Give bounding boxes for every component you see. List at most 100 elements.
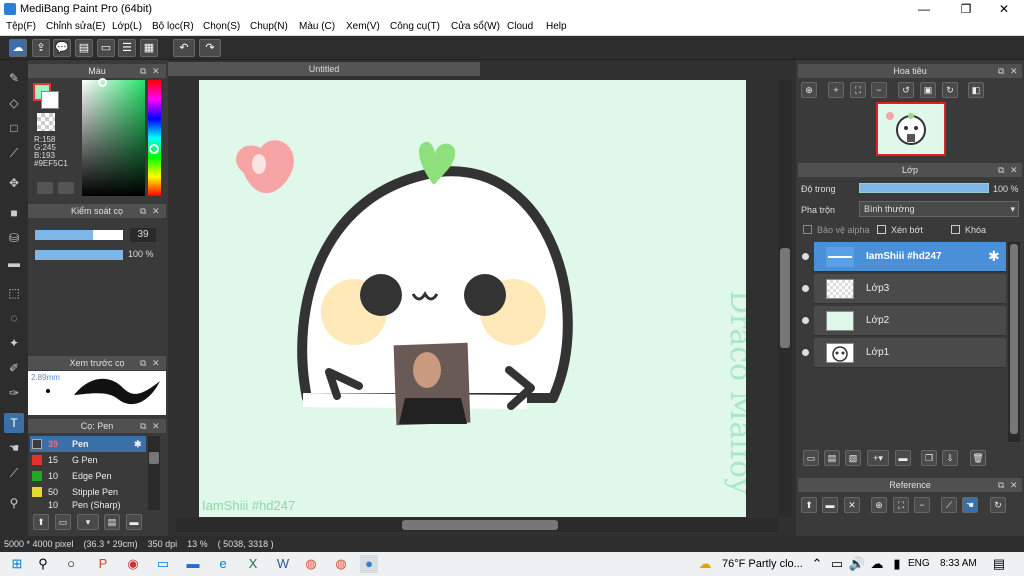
fit-window-icon[interactable]: ▣ bbox=[920, 82, 936, 98]
chrome-icon[interactable]: ◍ bbox=[302, 555, 320, 573]
flip-icon[interactable]: ◧ bbox=[968, 82, 984, 98]
new-layer-icon[interactable]: ▭ bbox=[803, 450, 819, 466]
color-options-icon[interactable] bbox=[58, 182, 74, 194]
protect-alpha-checkbox[interactable] bbox=[803, 225, 812, 234]
brush-item-pen-sharp[interactable]: 10 Pen (Sharp) bbox=[30, 500, 146, 510]
canvas-vertical-scrollbar[interactable] bbox=[778, 80, 792, 517]
eyedropper-tool-icon[interactable]: ⟋ bbox=[4, 463, 24, 483]
zoom-fit-icon[interactable]: ⊕ bbox=[801, 82, 817, 98]
panel-detach-icon[interactable]: ⧉ bbox=[998, 64, 1004, 78]
menu-filter[interactable]: Bộ lọc(R) bbox=[152, 21, 194, 32]
zoom-out-icon[interactable]: − bbox=[871, 82, 887, 98]
actual-size-icon[interactable]: ⛶ bbox=[850, 82, 866, 98]
layers-scrollbar[interactable] bbox=[1008, 242, 1020, 442]
rotate-icon[interactable]: ↻ bbox=[990, 497, 1006, 513]
hue-slider[interactable] bbox=[148, 80, 161, 196]
panel-detach-icon[interactable]: ⧉ bbox=[140, 419, 146, 433]
chrome-profile-icon[interactable]: ◍ bbox=[332, 555, 350, 573]
comment-icon[interactable]: 💬 bbox=[53, 39, 71, 57]
folder-icon[interactable]: ▬ bbox=[184, 555, 202, 573]
panel-close-icon[interactable]: ✕ bbox=[1010, 478, 1018, 492]
zoom-in-icon[interactable]: + bbox=[828, 82, 844, 98]
brush-item-gpen[interactable]: 15 G Pen bbox=[30, 452, 146, 468]
zoom-out-icon[interactable]: − bbox=[914, 497, 930, 513]
menu-edit[interactable]: Chỉnh sửa(E) bbox=[46, 21, 106, 32]
add-layer-menu-icon[interactable]: +▾ bbox=[867, 450, 889, 466]
app-icon[interactable]: ◉ bbox=[124, 555, 142, 573]
cloud-icon[interactable]: ☁ bbox=[9, 39, 27, 57]
eye-icon[interactable] bbox=[802, 285, 809, 292]
open-folder-icon[interactable]: ▬ bbox=[822, 497, 838, 513]
menu-color[interactable]: Màu (C) bbox=[299, 21, 335, 32]
monitor-icon[interactable]: ▭ bbox=[154, 555, 172, 573]
tray-up-icon[interactable]: ⌃ bbox=[808, 555, 826, 573]
folder-icon[interactable]: ▬ bbox=[895, 450, 911, 466]
gear-icon[interactable]: ✱ bbox=[134, 436, 142, 452]
close-icon[interactable]: ✕ bbox=[844, 497, 860, 513]
menu-help[interactable]: Help bbox=[546, 21, 567, 32]
redo-icon[interactable]: ↷ bbox=[199, 39, 221, 57]
rotate-right-icon[interactable]: ↻ bbox=[942, 82, 958, 98]
hand-tool-icon[interactable]: ☚ bbox=[4, 438, 24, 458]
brush-list-scrollbar[interactable] bbox=[148, 436, 160, 510]
menu-window[interactable]: Cửa sổ(W) bbox=[451, 21, 500, 32]
eye-icon[interactable] bbox=[802, 253, 809, 260]
eraser-tool-icon[interactable]: ◇ bbox=[4, 93, 24, 113]
fill-rect-tool-icon[interactable]: ■ bbox=[4, 203, 24, 223]
dropper-tool-icon[interactable]: ⚲ bbox=[4, 493, 24, 513]
select-pen-tool-icon[interactable]: ✐ bbox=[4, 358, 24, 378]
drawing-canvas[interactable]: Draco Malfoy IamShiii #hd247 bbox=[199, 80, 746, 517]
duplicate-layer-icon[interactable]: ❐ bbox=[921, 450, 937, 466]
upload-icon[interactable]: ⬆ bbox=[801, 497, 817, 513]
layer-opacity-slider[interactable] bbox=[859, 183, 989, 193]
panel-close-icon[interactable]: ✕ bbox=[152, 356, 160, 370]
panel-detach-icon[interactable]: ⧉ bbox=[998, 478, 1004, 492]
menu-file[interactable]: Tệp(F) bbox=[6, 21, 36, 32]
brush-opacity-slider[interactable] bbox=[35, 250, 123, 260]
document-tab[interactable]: Untitled bbox=[168, 62, 480, 76]
language-indicator[interactable]: ENG bbox=[908, 558, 930, 569]
rotate-left-icon[interactable]: ↺ bbox=[898, 82, 914, 98]
undo-icon[interactable]: ↶ bbox=[173, 39, 195, 57]
brush-new-icon[interactable]: ▭ bbox=[55, 514, 71, 530]
saturation-value-picker[interactable] bbox=[82, 80, 145, 196]
line-tool-icon[interactable]: ⟋ bbox=[4, 143, 24, 163]
text-tool-icon[interactable]: T bbox=[4, 413, 24, 433]
lock-checkbox[interactable] bbox=[951, 225, 960, 234]
eye-icon[interactable] bbox=[802, 349, 809, 356]
layer-row-3[interactable]: Lớp3 bbox=[802, 274, 1006, 304]
layer-row-text[interactable]: IamShiii #hd247 ✱ bbox=[802, 242, 1006, 272]
blend-mode-select[interactable]: Bình thường ▾ bbox=[859, 201, 1019, 217]
restore-button[interactable]: ❐ bbox=[946, 0, 986, 18]
task-view-icon[interactable]: ○ bbox=[62, 555, 80, 573]
grid-icon[interactable]: ▦ bbox=[140, 39, 158, 57]
color-palette-icon[interactable] bbox=[37, 182, 53, 194]
menu-view[interactable]: Xem(V) bbox=[346, 21, 380, 32]
panel-close-icon[interactable]: ✕ bbox=[1010, 64, 1018, 78]
menu-snap[interactable]: Chụp(N) bbox=[250, 21, 288, 32]
hue-handle[interactable] bbox=[149, 144, 159, 154]
medibang-taskbar-icon[interactable]: ● bbox=[360, 555, 378, 573]
weather-text[interactable]: 76°F Partly clo... bbox=[722, 558, 803, 570]
excel-icon[interactable]: X bbox=[244, 555, 262, 573]
merge-layer-icon[interactable]: ⇩ bbox=[942, 450, 958, 466]
message-icon[interactable]: ▤ bbox=[75, 39, 93, 57]
select-rect-tool-icon[interactable]: ⬚ bbox=[4, 283, 24, 303]
brush-tool-icon[interactable]: ✎ bbox=[4, 68, 24, 88]
background-color-swatch[interactable] bbox=[41, 91, 59, 109]
canvas-horizontal-scrollbar[interactable] bbox=[176, 518, 778, 532]
panel-detach-icon[interactable]: ⧉ bbox=[998, 163, 1004, 177]
volume-icon[interactable]: 🔊 bbox=[848, 555, 866, 573]
brush-add-icon[interactable]: ⬆ bbox=[33, 514, 49, 530]
windows-start-icon[interactable]: ⊞ bbox=[8, 555, 26, 573]
panel-close-icon[interactable]: ✕ bbox=[152, 419, 160, 433]
layer-row-1[interactable]: Lớp1 bbox=[802, 338, 1006, 368]
document-icon[interactable]: ▭ bbox=[97, 39, 115, 57]
panel-detach-icon[interactable]: ⧉ bbox=[140, 204, 146, 218]
actual-size-icon[interactable]: ⛶ bbox=[893, 497, 909, 513]
select-eraser-tool-icon[interactable]: ✑ bbox=[4, 383, 24, 403]
panel-detach-icon[interactable]: ⧉ bbox=[140, 64, 146, 78]
word-icon[interactable]: W bbox=[274, 555, 292, 573]
minimize-button[interactable]: — bbox=[904, 0, 944, 18]
edge-icon[interactable]: e bbox=[214, 555, 232, 573]
